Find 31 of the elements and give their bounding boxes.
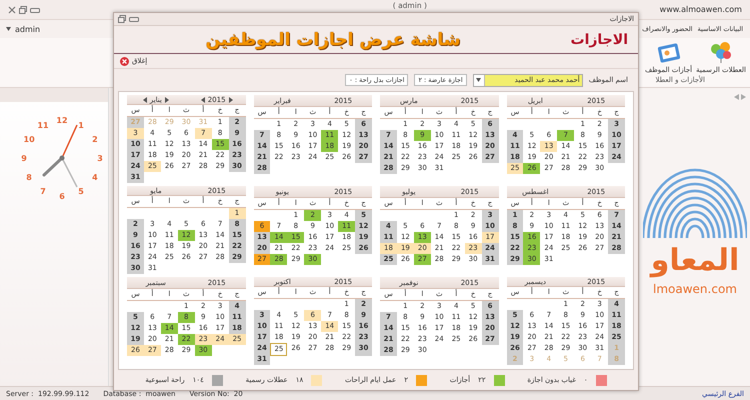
clock-numeral: 10 [24, 135, 35, 144]
close-icon[interactable] [8, 6, 16, 14]
logo: المعاو [650, 246, 740, 276]
clock-numeral: 6 [59, 192, 65, 201]
clock-numeral: 8 [26, 173, 32, 182]
close-icon [120, 56, 129, 66]
user-name[interactable]: admin [15, 24, 40, 34]
clock-numeral: 7 [40, 186, 46, 196]
restore-icon[interactable] [118, 15, 126, 23]
arrow-right-icon[interactable] [228, 96, 233, 102]
balloons-icon [709, 40, 734, 64]
clock-numeral: 11 [37, 121, 49, 130]
screen-heading: شاشة عرض اجازات الموظفين [206, 30, 460, 50]
arrow-left-icon[interactable] [200, 96, 205, 102]
website-link[interactable]: www.almoawen.com [660, 5, 742, 14]
logo-website: lmoawen.com [653, 282, 737, 296]
arrow-right-icon[interactable] [164, 96, 169, 102]
minimize-icon[interactable] [30, 6, 40, 14]
arrow-left-icon[interactable] [142, 96, 147, 102]
brand-title: الاجازات [570, 32, 628, 48]
minimize-icon[interactable] [129, 15, 139, 23]
clock-numeral: 9 [21, 154, 27, 163]
clock-numeral: 5 [78, 186, 84, 196]
caret-icon[interactable] [6, 27, 11, 31]
clock-numeral: 2 [92, 135, 98, 144]
clock-numeral: 1 [78, 121, 84, 130]
clock-numeral: 12 [56, 116, 68, 125]
restore-icon[interactable] [19, 6, 27, 14]
caret-icon [476, 78, 482, 82]
clock-numeral: 3 [97, 154, 103, 163]
clock-numeral: 4 [92, 173, 98, 182]
